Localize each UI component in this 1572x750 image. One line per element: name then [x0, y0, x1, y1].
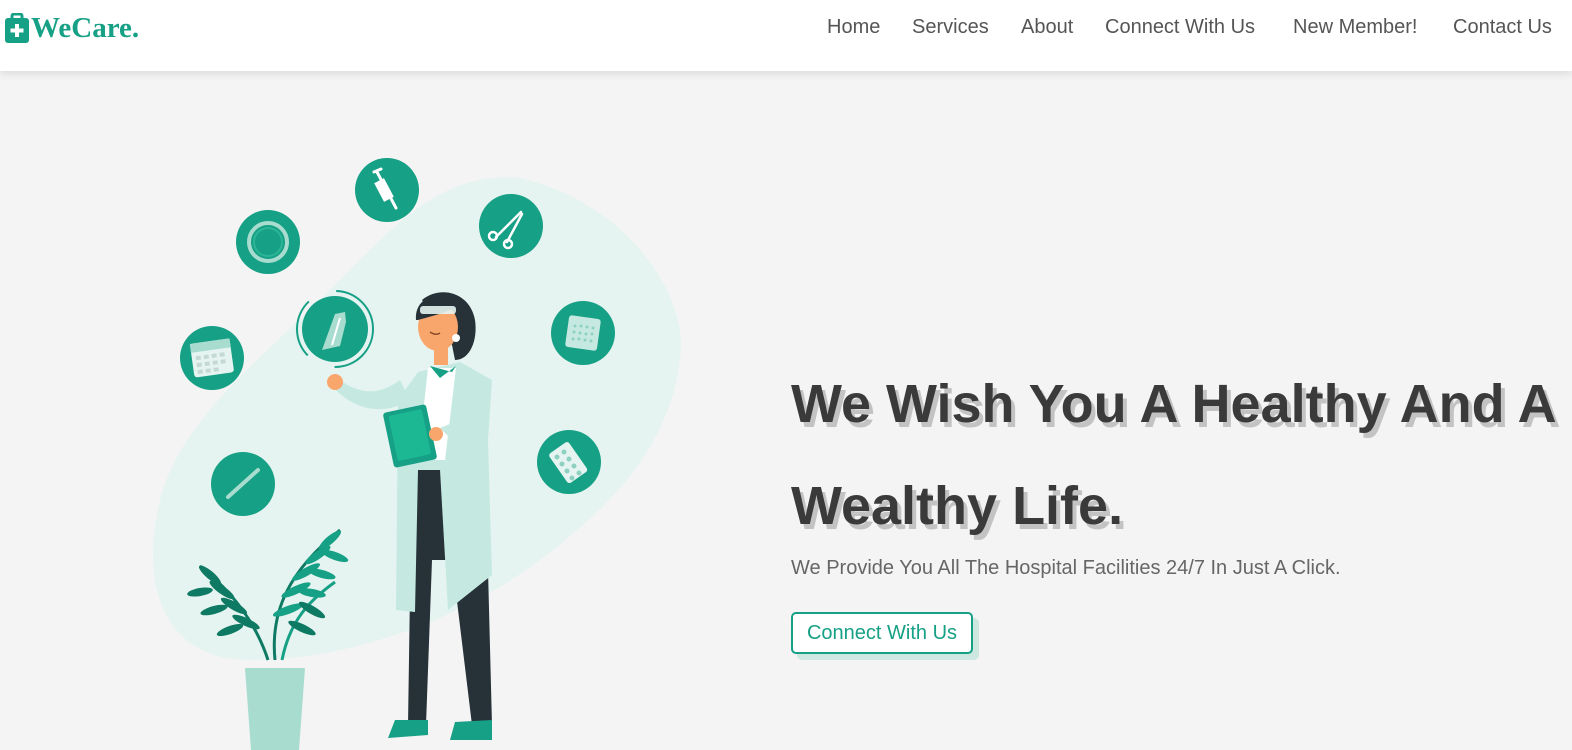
connect-with-us-button[interactable]: Connect With Us — [791, 612, 973, 654]
hero-subtext: We Provide You All The Hospital Faciliti… — [791, 557, 1341, 579]
doctor-illustration — [152, 158, 681, 750]
thermometer-icon — [211, 452, 275, 516]
medical-kit-icon — [5, 13, 29, 43]
hero-headline: We Wish You A Healthy And A Wealthy Life… — [791, 374, 1555, 536]
nav-contact-link[interactable]: Contact Us — [1453, 16, 1552, 39]
nav-new-member-link[interactable]: New Member! — [1293, 16, 1417, 39]
gauze-icon — [551, 301, 615, 365]
nav-about-link[interactable]: About — [1021, 16, 1073, 39]
syringe-icon — [355, 158, 419, 222]
hero-section: We Wish You A Healthy And A Wealthy Life… — [0, 71, 1572, 750]
nav-connect-link[interactable]: Connect With Us — [1105, 16, 1255, 39]
nav-services-link[interactable]: Services — [912, 16, 989, 39]
nav-home-link[interactable]: Home — [827, 16, 880, 39]
brand-name: WeCare. — [31, 11, 140, 44]
ring-icon — [236, 210, 300, 274]
navbar: WeCare. Home Services About Connect With… — [0, 0, 1572, 71]
brand-logo[interactable]: WeCare. — [5, 9, 139, 47]
calendar-icon — [180, 326, 244, 390]
pill-pack-icon — [537, 430, 601, 494]
scissors-icon — [479, 194, 543, 258]
